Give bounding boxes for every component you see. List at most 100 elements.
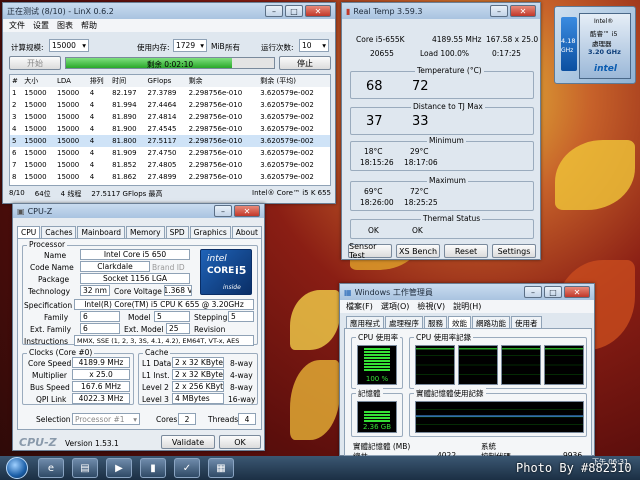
tab-mainboard[interactable]: Mainboard xyxy=(77,226,126,238)
cpu-multiplier: 167.58 x 25.0 xyxy=(486,35,539,44)
instructions-value: MMX, SSE (1, 2, 3, 3S, 4.1, 4.2), EM64T,… xyxy=(74,335,254,346)
load-value: Load 100.0% xyxy=(420,49,469,58)
start-button[interactable]: 开始 xyxy=(9,56,61,70)
maximize-button[interactable]: □ xyxy=(285,5,303,17)
tab-cpu[interactable]: CPU xyxy=(17,226,41,238)
linx-titlebar[interactable]: 正在测试 (8/10) - LinX 0.6.2 – □ ✕ xyxy=(3,3,335,19)
progress-bar: 剩余 0:02:10 xyxy=(65,57,275,69)
col-residual-avg[interactable]: 剩余 (平均) xyxy=(258,75,330,87)
realtemp-taskbar-icon[interactable]: ▮ xyxy=(140,458,166,478)
menu-file[interactable]: 檔案(F) xyxy=(346,301,373,312)
l1-inst-label: L1 Inst. xyxy=(142,371,170,380)
menu-settings[interactable]: 设置 xyxy=(33,20,49,31)
core1-max: 72°C xyxy=(410,187,429,196)
memory-all[interactable]: 所有 xyxy=(225,42,240,53)
table-row[interactable]: 2 15000 15000 4 81.994 27.4464 2.298756e-010 3.… xyxy=(10,99,330,111)
intel-logo: intel xyxy=(594,64,617,74)
table-row[interactable]: 1 15000 15000 4 82.197 27.3789 2.298756e-010 3.… xyxy=(10,87,330,99)
linx-window: 正在测试 (8/10) - LinX 0.6.2 – □ ✕ 文件 设置 图表 … xyxy=(2,2,336,204)
reset-label: Reset xyxy=(454,246,478,256)
col-residual[interactable]: 剩余 xyxy=(187,75,259,87)
selection-select[interactable]: Processor #1 ▾ xyxy=(72,413,140,425)
tab-about[interactable]: About xyxy=(231,226,262,238)
cpuz-titlebar[interactable]: ▣ CPU-Z – ✕ xyxy=(13,204,264,218)
cores-text: 2 xyxy=(184,414,190,424)
sensor-test-button[interactable]: Sensor Test xyxy=(348,242,392,260)
threads-label: Threads xyxy=(208,415,239,424)
taskmgr-titlebar[interactable]: ▦ Windows 工作管理員 – □ ✕ xyxy=(340,284,594,300)
validate-button[interactable]: Validate xyxy=(161,435,215,449)
table-row[interactable]: 7 15000 15000 4 81.852 27.4805 2.298756e-010 3.… xyxy=(10,159,330,171)
col-lda[interactable]: LDA xyxy=(55,75,88,87)
minimize-button[interactable]: – xyxy=(524,286,542,298)
settings-button[interactable]: Settings xyxy=(492,244,536,258)
media-player-icon[interactable]: ▶ xyxy=(106,458,132,478)
menu-help[interactable]: 說明(H) xyxy=(453,301,481,312)
tab-spd[interactable]: SPD xyxy=(165,226,189,238)
cpuz-window: ▣ CPU-Z – ✕ CPU Caches Mainboard Memory … xyxy=(12,203,265,451)
cpu-usage-label: CPU 使用率 xyxy=(356,332,401,343)
tab-memory[interactable]: Memory xyxy=(126,226,165,238)
table-row[interactable]: 6 15000 15000 4 81.909 27.4750 2.298756e-010 3.… xyxy=(10,147,330,159)
realtemp-titlebar[interactable]: ▮ Real Temp 3.59.3 – ✕ xyxy=(342,3,540,19)
table-row[interactable]: 5 15000 15000 4 81.800 27.5117 2.298756e-010 3.… xyxy=(10,135,330,147)
l1-data-way: 8-way xyxy=(230,359,253,368)
close-button[interactable]: ✕ xyxy=(510,5,536,17)
col-residual-cell: 2.298756e-010 xyxy=(188,173,243,181)
col-time-cell: 81.862 xyxy=(112,173,137,181)
menu-graph[interactable]: 图表 xyxy=(57,20,73,31)
close-button[interactable]: ✕ xyxy=(564,286,590,298)
chevron-down-icon: ▾ xyxy=(82,41,86,50)
menu-view[interactable]: 檢視(V) xyxy=(417,301,445,312)
problem-size-select[interactable]: 15000 ▾ xyxy=(49,39,89,52)
stop-button[interactable]: 停止 xyxy=(279,56,331,70)
maximize-button[interactable]: □ xyxy=(544,286,562,298)
menu-options[interactable]: 選項(O) xyxy=(381,301,410,312)
col-index[interactable]: # xyxy=(10,75,22,87)
minimize-button[interactable]: – xyxy=(490,5,508,17)
linx-taskbar-icon[interactable]: ✓ xyxy=(174,458,200,478)
cpu-history-label: CPU 使用率記錄 xyxy=(414,332,474,343)
xs-bench-button[interactable]: XS Bench xyxy=(396,244,440,258)
badge-freq-unit: GHz xyxy=(561,47,574,54)
runs-select[interactable]: 10 ▾ xyxy=(299,39,329,52)
memory-history-graph xyxy=(415,401,584,433)
memory-select[interactable]: 1729 ▾ xyxy=(173,39,207,52)
level2-text: 2 x 256 KBytes xyxy=(175,382,224,391)
start-orb-icon[interactable] xyxy=(6,457,28,479)
table-row[interactable]: 8 15000 15000 4 81.862 27.4899 2.298756e-010 3.… xyxy=(10,171,330,183)
minimize-button[interactable]: – xyxy=(265,5,283,17)
table-row[interactable]: 4 15000 15000 4 81.900 27.4545 2.298756e-010 3.… xyxy=(10,123,330,135)
taskmgr-taskbar-icon[interactable]: ▦ xyxy=(208,458,234,478)
tab-graphics[interactable]: Graphics xyxy=(189,226,231,238)
col-size-cell: 15000 xyxy=(24,161,47,169)
col-size[interactable]: 大小 xyxy=(22,75,55,87)
table-row[interactable]: 3 15000 15000 4 81.890 27.4814 2.298756e-010 3.… xyxy=(10,111,330,123)
validate-label: Validate xyxy=(171,437,205,447)
col-time[interactable]: 时间 xyxy=(110,75,145,87)
explorer-icon[interactable]: ▤ xyxy=(72,458,98,478)
chevron-down-icon: ▾ xyxy=(133,414,137,424)
close-button[interactable]: ✕ xyxy=(234,205,260,217)
ok-button[interactable]: OK xyxy=(219,435,261,449)
reset-button[interactable]: Reset xyxy=(444,244,488,258)
minimize-button[interactable]: – xyxy=(214,205,232,217)
settings-label: Settings xyxy=(497,246,531,256)
col-align[interactable]: 排列 xyxy=(88,75,110,87)
col-residual-cell: 2.298756e-010 xyxy=(188,149,243,157)
problem-size-label: 计算规模: xyxy=(11,43,44,52)
menu-help[interactable]: 帮助 xyxy=(81,20,97,31)
col-index-cell: 3 xyxy=(12,113,17,121)
photo-watermark: Photo By #882310 xyxy=(516,461,632,475)
col-time-cell: 82.197 xyxy=(112,89,137,97)
menu-file[interactable]: 文件 xyxy=(9,20,25,31)
tab-caches[interactable]: Caches xyxy=(41,226,77,238)
ie-icon[interactable]: e xyxy=(38,458,64,478)
taskmgr-menubar: 檔案(F) 選項(O) 檢視(V) 說明(H) xyxy=(340,300,594,313)
intel-badge-widget[interactable]: 4.18 GHz Intel® 酷睿™ i5 處理器 3.20 GHz inte… xyxy=(554,6,636,84)
close-button[interactable]: ✕ xyxy=(305,5,331,17)
col-gflops[interactable]: GFlops xyxy=(146,75,187,87)
col-lda-cell: 15000 xyxy=(56,125,80,133)
col-align-cell: 4 xyxy=(89,113,95,121)
badge-line-3: 處理器 xyxy=(592,40,612,48)
